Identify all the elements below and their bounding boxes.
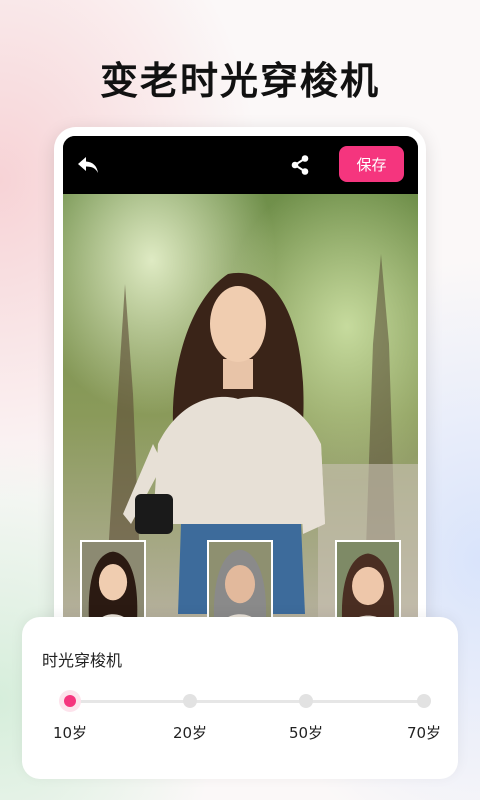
age-slider-stop-70[interactable]: [417, 694, 431, 708]
save-button[interactable]: 保存: [339, 146, 404, 182]
page-title: 变老时光穿梭机: [99, 59, 380, 103]
age-slider-stop-50[interactable]: [299, 694, 313, 708]
back-arrow-icon[interactable]: [75, 152, 101, 178]
editor-screen: 保存: [63, 136, 418, 636]
age-slider-stop-20[interactable]: [183, 694, 197, 708]
panel-title: 时光穿梭机: [42, 651, 123, 670]
age-option-10[interactable]: 10岁: [40, 722, 100, 743]
age-slider-panel: 时光穿梭机 10岁 20岁 50岁 70岁: [22, 617, 458, 779]
share-icon[interactable]: [289, 154, 311, 176]
age-slider-track[interactable]: [70, 700, 424, 703]
age-option-20[interactable]: 20岁: [160, 722, 220, 743]
editor-toolbar: 保存: [63, 136, 418, 194]
age-slider-handle[interactable]: [59, 690, 81, 712]
age-option-50[interactable]: 50岁: [276, 722, 336, 743]
age-option-70[interactable]: 70岁: [394, 722, 454, 743]
